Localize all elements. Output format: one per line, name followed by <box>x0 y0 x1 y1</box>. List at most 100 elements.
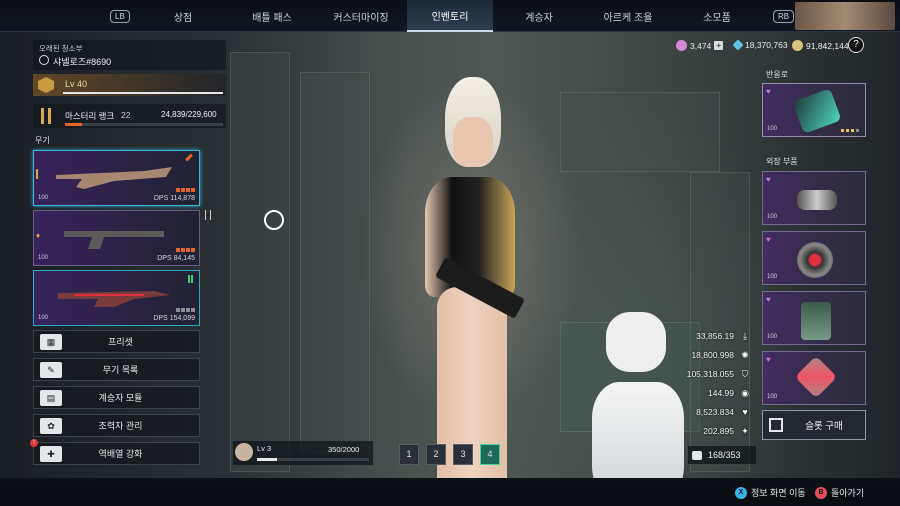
weapon-slot-2[interactable]: ♦ DPS 84,145 100 <box>33 210 200 266</box>
gem-icon <box>676 40 687 51</box>
weapon-slot-3[interactable]: DPS 154,099 100 <box>33 270 200 326</box>
mastery-progress: 24,839/229,600 <box>161 110 217 119</box>
reverse-array-button[interactable]: ✚ 역배열 강화 <box>33 442 200 465</box>
preset-page-4[interactable]: 4 <box>480 444 500 465</box>
gems-value: 3,474 <box>690 40 712 51</box>
weapon-slot-1[interactable]: DPS 114,878 100 <box>33 150 200 206</box>
stat-row-1: 33,856.19 ⤓ <box>650 331 750 341</box>
level-xp-bar <box>63 92 223 94</box>
part-3-heart-icon: ♥ <box>766 295 771 304</box>
rb-button-hint[interactable]: RB <box>773 10 795 23</box>
lb-button-hint[interactable]: LB <box>110 10 130 23</box>
paw-icon: ✿ <box>40 417 62 434</box>
descendant-module-label: 계승자 모듈 <box>98 393 143 403</box>
sparkle-icon: ✦ <box>741 426 749 436</box>
reactor-icon: ✚ <box>40 445 62 462</box>
stat-value-6: 202.895 <box>703 426 734 436</box>
reactor-heart-icon: ♥ <box>766 87 771 96</box>
gold-value: 91,842,144 <box>806 40 849 51</box>
alert-badge: ! <box>30 439 38 447</box>
companion-xp-track <box>257 458 369 461</box>
part-slot-1[interactable]: ♥ 100 <box>762 171 866 225</box>
part-slot-2[interactable]: ♥ 100 <box>762 231 866 285</box>
hangar-panel-upper <box>560 92 720 172</box>
tab-shop[interactable]: 상점 <box>140 0 226 32</box>
part-slot-3[interactable]: ♥ 100 <box>762 291 866 345</box>
b-button-icon: B <box>815 486 827 499</box>
crystals-value: 18,370,763 <box>745 40 788 50</box>
tab-inventory[interactable]: 인벤토리 <box>407 0 493 32</box>
crystal-icon <box>732 39 744 51</box>
sun-icon: ✺ <box>741 350 749 360</box>
reactor-level: 100 <box>767 126 778 132</box>
info-screen-label: 정보 화면 이동 <box>751 488 806 498</box>
info-screen-hint[interactable]: X 정보 화면 이동 <box>735 486 806 499</box>
buy-slot-button[interactable]: 슬롯 구매 <box>762 410 866 440</box>
preset-page-3[interactable]: 3 <box>453 444 473 465</box>
hangar-pillar <box>300 72 370 452</box>
tab-descendant[interactable]: 계승자 <box>496 0 582 32</box>
back-hint[interactable]: B 돌아가기 <box>815 486 864 499</box>
stat-row-5: 8,523.834 ♥ <box>650 407 750 417</box>
stat-row-2: 18,800.998 ✺ <box>650 350 750 360</box>
stat-row-4: 144.99 ◉ <box>650 388 750 398</box>
bag-icon <box>692 450 702 460</box>
coin-icon <box>792 40 803 51</box>
mastery-progress-track <box>65 123 223 126</box>
reactor-slot[interactable]: ♥ 100 <box>762 83 866 137</box>
weapon-1-pencil-icon <box>185 153 193 162</box>
part-2-level: 100 <box>767 274 778 280</box>
companion-xp-fill <box>257 458 277 461</box>
weapon-list-icon: ✎ <box>40 361 62 378</box>
help-button[interactable]: ? <box>848 37 864 53</box>
weapon-2-dps: DPS 84,145 <box>157 255 195 262</box>
weapon-list-button[interactable]: ✎ 무기 목록 <box>33 358 200 381</box>
stat-value-4: 144.99 <box>708 388 734 398</box>
preset-page-2[interactable]: 2 <box>426 444 446 465</box>
part-2-icon <box>797 242 833 278</box>
tab-customizing[interactable]: 커스터마이징 <box>318 0 404 32</box>
descendant-module-button[interactable]: ▤ 계승자 모듈 <box>33 386 200 409</box>
tab-consumables[interactable]: 소모품 <box>674 0 760 32</box>
player-name: 샤넬로즈#8690 <box>53 57 112 67</box>
grid-plus-icon <box>769 418 783 432</box>
add-gems-button[interactable]: + <box>714 41 724 50</box>
part-3-level: 100 <box>767 334 778 340</box>
reactor-item-icon <box>792 88 842 134</box>
tab-arche-tuning[interactable]: 아르케 조율 <box>585 0 671 32</box>
weapon-3-stars <box>176 308 195 312</box>
reactor-dots <box>841 129 859 132</box>
character-model <box>415 77 545 497</box>
stat-row-3: 105,318.055 ⛉ <box>650 369 750 379</box>
weapon-2-stars <box>176 248 195 252</box>
currency-gold: 91,842,144 <box>792 40 849 51</box>
currency-crystals: 18,370,763 <box>732 39 788 51</box>
mastery-rank-card: 마스터리 랭크 22 24,839/229,600 <box>33 104 226 128</box>
player-level: Lv 40 <box>65 79 88 89</box>
reverse-array-label: 역배열 강화 <box>98 449 143 459</box>
preset-page-1[interactable]: 1 <box>399 444 419 465</box>
character-portraits[interactable] <box>795 2 895 30</box>
profile-card: 오래된 청소부 샤넬로즈#8690 <box>33 40 226 70</box>
weapon-3-pause-icon <box>188 275 193 283</box>
top-navigation-bar: LB 상점 배틀 패스 커스터마이징 인벤토리 계승자 아르케 조율 소모품 R… <box>0 0 900 32</box>
weapon-list-label: 무기 목록 <box>102 365 139 375</box>
preset-icon: ▦ <box>40 333 62 350</box>
weapon-2-level: 100 <box>38 255 49 261</box>
stat-value-3: 105,318.055 <box>686 369 734 379</box>
circle-icon: ◉ <box>741 388 749 398</box>
buy-slot-label: 슬롯 구매 <box>805 421 843 432</box>
part-slot-4[interactable]: ♥ 100 <box>762 351 866 405</box>
preset-label: 프리셋 <box>108 337 133 347</box>
companion-xp: 350/2000 <box>328 445 360 454</box>
preset-button[interactable]: ▦ 프리셋 <box>33 330 200 353</box>
tab-battle-pass[interactable]: 배틀 패스 <box>229 0 315 32</box>
part-1-heart-icon: ♥ <box>766 175 771 184</box>
companion-manage-button[interactable]: ✿ 조력자 관리 <box>33 414 200 437</box>
weapon-3-dps: DPS 154,099 <box>153 315 195 322</box>
weapon-3-level: 100 <box>38 315 49 321</box>
inventory-count[interactable]: 168/353 <box>688 446 756 464</box>
shield-icon: ⛉ <box>741 369 749 379</box>
weapon-2-slot-indicator <box>205 210 211 220</box>
part-1-level: 100 <box>767 214 778 220</box>
